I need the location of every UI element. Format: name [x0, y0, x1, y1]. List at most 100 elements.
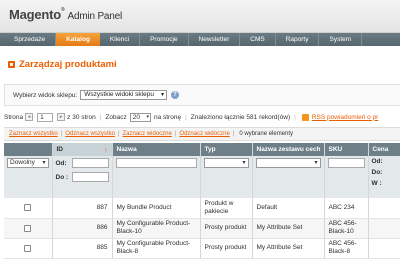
- cell-price: [368, 218, 400, 239]
- nav-promotions[interactable]: Promocje: [140, 33, 189, 46]
- main-nav: Sprzedaże Katalog Klienci Promocje Newsl…: [0, 33, 400, 46]
- cell-type: Prosty produkt: [200, 218, 253, 239]
- column-header-type[interactable]: Typ: [200, 143, 253, 156]
- pager-separator: |: [294, 113, 296, 121]
- nav-cms[interactable]: CMS: [240, 33, 276, 46]
- column-header-attribute-set[interactable]: Nazwa zestawu cech: [252, 143, 325, 156]
- type-filter-cell: ▾: [200, 156, 253, 198]
- massaction-filter-value: Dowolny: [10, 159, 35, 166]
- id-to-row: Do :: [56, 172, 109, 182]
- grid-pager: Strona ◂ 1 ▸ z 30 stron | Zobacz 20 ▾ na…: [4, 111, 400, 123]
- massaction-separator: |: [174, 131, 177, 137]
- selected-count: 0 wybrane elementy: [239, 131, 294, 137]
- page-label: Strona: [4, 113, 24, 121]
- chevron-down-icon: ▾: [146, 113, 149, 120]
- products-table: ID ↓ Nazwa Typ Nazwa zestawu cech SKU Cen…: [4, 143, 400, 259]
- pager-separator: |: [99, 113, 102, 121]
- column-header-price[interactable]: Cena: [368, 143, 400, 156]
- cell-name: My Configurable Product-Black-8: [112, 238, 201, 259]
- logo-registered-mark: ®: [61, 7, 65, 13]
- cell-name: My Bundle Product: [112, 198, 201, 219]
- cell-attribute-set: My Attribute Set: [252, 238, 325, 259]
- attribute-set-filter-select[interactable]: ▾: [255, 158, 321, 168]
- page-header: Zarządzaj produktami: [8, 59, 117, 70]
- store-view-select[interactable]: Wszystkie widoki sklepu ▾: [80, 90, 167, 100]
- massaction-separator: |: [117, 131, 120, 137]
- cell-name: My Configurable Product-Black-10: [112, 218, 201, 239]
- row-checkbox-cell: [4, 218, 53, 239]
- per-page-label: na stronę: [153, 113, 182, 121]
- cell-id: 887: [52, 198, 113, 219]
- chevron-down-icon: ▾: [160, 92, 164, 98]
- rss-icon[interactable]: [301, 113, 309, 121]
- nav-customers[interactable]: Klienci: [100, 33, 141, 46]
- page-title: Zarządzaj produktami: [19, 59, 117, 70]
- cell-attribute-set: Default: [252, 198, 325, 219]
- next-page-button[interactable]: ▸: [57, 113, 66, 121]
- chevron-down-icon: ▾: [314, 160, 318, 166]
- chevron-down-icon: ▾: [242, 160, 246, 166]
- column-header-id[interactable]: ID ↓: [52, 143, 113, 156]
- unselect-all-link[interactable]: Odznacz wszystko: [65, 131, 115, 137]
- id-from-label: Od:: [55, 159, 67, 167]
- row-checkbox-cell: [4, 238, 53, 259]
- cell-price: [368, 238, 400, 259]
- cell-id: 885: [52, 238, 113, 259]
- limit-select[interactable]: 20 ▾: [129, 112, 151, 122]
- table-row[interactable]: 887 My Bundle Product Produkt w pakiecie…: [4, 198, 400, 219]
- column-header-sku[interactable]: SKU: [324, 143, 369, 156]
- price-currency-row: W :: [372, 180, 397, 187]
- massaction-separator: |: [60, 131, 63, 137]
- price-from-row: Od:: [372, 158, 397, 165]
- price-filter-cell: Od: Do: W :: [368, 156, 400, 198]
- name-filter-input[interactable]: [115, 158, 197, 168]
- cell-id: 886: [52, 218, 113, 239]
- logo-subtitle: Admin Panel: [67, 11, 123, 22]
- cell-price: [368, 198, 400, 219]
- sku-filter-input[interactable]: [327, 158, 365, 168]
- id-filter-cell: Od: Do :: [52, 156, 113, 198]
- products-icon: [8, 61, 15, 68]
- massaction-filter-select[interactable]: Dowolny ▾: [7, 158, 49, 168]
- price-from-label: Od:: [371, 158, 383, 165]
- nav-reports[interactable]: Raporty: [276, 33, 320, 46]
- price-currency-label: W :: [371, 180, 382, 187]
- row-checkbox[interactable]: [24, 244, 32, 252]
- nav-newsletter[interactable]: Newsletter: [189, 33, 241, 46]
- nav-system[interactable]: System: [319, 33, 363, 46]
- chevron-down-icon: ▾: [42, 160, 46, 166]
- admin-header: Magento®Admin Panel: [0, 0, 400, 33]
- id-to-input[interactable]: [71, 172, 109, 182]
- limit-value: 20: [132, 113, 140, 121]
- page-number-input[interactable]: 1: [37, 112, 54, 122]
- id-from-row: Od:: [56, 158, 109, 168]
- records-found: Znaleziono łącznie 581 rekord(ów): [190, 113, 291, 121]
- select-all-link[interactable]: Zaznacz wszystko: [9, 131, 58, 137]
- nav-sales[interactable]: Sprzedaże: [4, 33, 57, 46]
- cell-sku: ABC 456-Black-8: [324, 238, 369, 259]
- limit-label: Zobacz: [105, 113, 127, 121]
- select-visible-link[interactable]: Zaznacz widoczne: [123, 131, 172, 137]
- help-icon[interactable]: ?: [170, 91, 179, 99]
- cell-type: Prosty produkt: [200, 238, 253, 259]
- table-row[interactable]: 885 My Configurable Product-Black-8 Pros…: [4, 238, 400, 259]
- prev-page-button[interactable]: ◂: [25, 113, 34, 121]
- page-count: z 30 stron: [67, 113, 96, 121]
- id-from-input[interactable]: [71, 158, 109, 168]
- row-checkbox[interactable]: [24, 224, 32, 232]
- unselect-visible-link[interactable]: Odznacz widoczne: [179, 131, 229, 137]
- row-checkbox[interactable]: [24, 204, 32, 212]
- table-row[interactable]: 886 My Configurable Product-Black-10 Pro…: [4, 218, 400, 239]
- magento-logo[interactable]: Magento®Admin Panel: [9, 7, 122, 22]
- column-header-id-label: ID: [56, 146, 64, 153]
- row-checkbox-cell: [4, 198, 53, 219]
- store-view-value: Wszystkie widoki sklepu: [84, 91, 154, 98]
- store-switcher: Wybierz widok sklepu: Wszystkie widoki s…: [4, 84, 400, 106]
- rss-link[interactable]: RSS powiadomień o pr: [312, 114, 378, 121]
- price-to-label: Do:: [371, 169, 383, 176]
- type-filter-select[interactable]: ▾: [203, 158, 249, 168]
- cell-attribute-set: My Attribute Set: [252, 218, 325, 239]
- column-header-name[interactable]: Nazwa: [112, 143, 201, 156]
- nav-catalog[interactable]: Katalog: [56, 33, 100, 46]
- pager-separator: |: [185, 113, 187, 121]
